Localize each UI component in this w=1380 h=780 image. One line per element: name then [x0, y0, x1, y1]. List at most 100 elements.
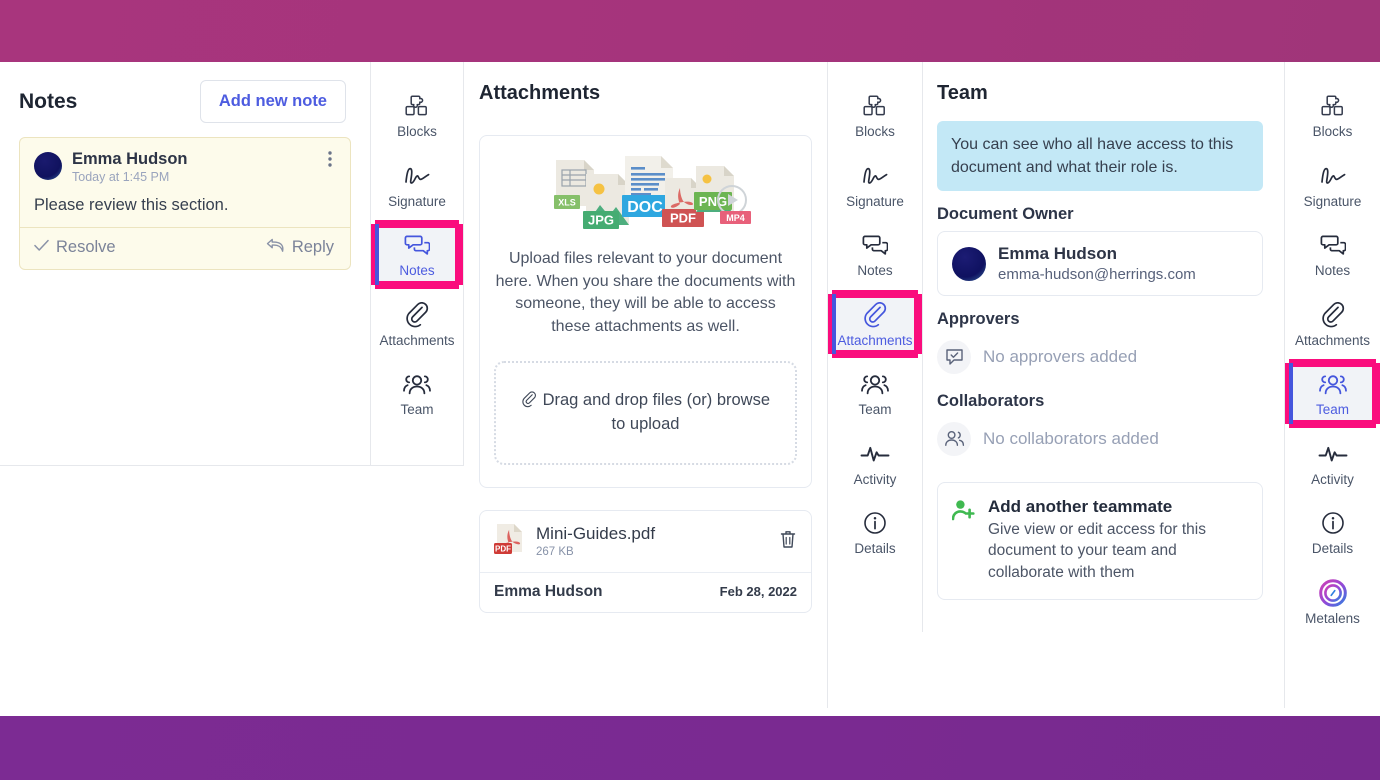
reply-arrow-icon: [266, 238, 285, 258]
note-content: Emma Hudson Today at 1:45 PM Please revi…: [20, 138, 350, 227]
sidebar-item-label: Signature: [846, 193, 904, 209]
sidebar-item-signature[interactable]: Signature: [1293, 155, 1372, 216]
note-card: Emma Hudson Today at 1:45 PM Please revi…: [19, 137, 351, 270]
sidebar-item-label: Team: [1315, 402, 1349, 417]
sidebar-item-blocks[interactable]: Blocks: [1293, 85, 1372, 146]
svg-text:DOC: DOC: [627, 199, 663, 216]
sidebar-item-blocks[interactable]: Blocks: [379, 85, 455, 146]
avatar: [34, 152, 62, 180]
file-row-primary: PDF Mini-Guides.pdf 267 KB: [480, 511, 811, 572]
sidebar-item-team[interactable]: Team: [1285, 359, 1380, 428]
info-banner: You can see who all have access to this …: [937, 121, 1263, 192]
note-author-row: Emma Hudson Today at 1:45 PM: [34, 150, 336, 184]
collaborators-label: Collaborators: [937, 391, 1045, 410]
sidebar-item-details[interactable]: Details: [836, 502, 914, 563]
sidebar-item-details[interactable]: Details: [1293, 502, 1372, 563]
file-row-secondary: Emma Hudson Feb 28, 2022: [480, 571, 811, 612]
sidebar-item-label: Team: [858, 402, 892, 417]
blocks-puzzle-icon: [1320, 92, 1346, 120]
sidebar-item-signature[interactable]: Signature: [836, 155, 914, 216]
signature-icon: [1318, 162, 1348, 190]
dropzone-label: Drag and drop files (or) browse to uploa…: [542, 390, 771, 433]
sidebar-item-blocks[interactable]: Blocks: [836, 85, 914, 146]
info-circle-icon: [1321, 509, 1345, 537]
owner-name: Emma Hudson: [998, 244, 1118, 264]
sidebar-item-label: Blocks: [855, 124, 895, 139]
svg-text:PNG: PNG: [699, 194, 727, 209]
app-stage: Notes Add new note Emma Hudson Today at …: [0, 62, 1380, 716]
document-owner-label: Document Owner: [937, 205, 1074, 224]
collaborators-empty-text: No collaborators added: [983, 428, 1159, 448]
add-teammate-text: Add another teammate Give view or edit a…: [988, 497, 1246, 583]
blocks-puzzle-icon: [404, 92, 430, 120]
info-circle-icon: [863, 509, 887, 537]
rail-middle-items: Blocks Signature Notes Attachments Team Activ…: [828, 62, 922, 563]
sidebar-item-label: Notes: [857, 263, 893, 278]
page-title: Notes: [19, 89, 78, 113]
attachments-title: Attachments: [479, 82, 601, 104]
avatar: [952, 246, 986, 281]
svg-text:PDF: PDF: [670, 211, 696, 226]
sidebar-item-notes[interactable]: Notes: [836, 224, 914, 285]
sidebar-item-notes[interactable]: Notes: [371, 220, 463, 289]
sidebar-item-label: Notes: [399, 263, 435, 278]
add-teammate-card[interactable]: Add another teammate Give view or edit a…: [937, 481, 1263, 600]
resolve-button[interactable]: Resolve: [34, 238, 116, 257]
file-owner: Emma Hudson: [494, 582, 603, 600]
file-size: 267 KB: [536, 545, 574, 558]
file-name: Mini-Guides.pdf: [536, 523, 656, 543]
sidebar-item-label: Blocks: [397, 124, 437, 139]
people-icon: [937, 421, 971, 456]
svg-text:JPG: JPG: [588, 213, 614, 228]
file-date: Feb 28, 2022: [719, 584, 797, 600]
svg-text:XLS: XLS: [558, 198, 576, 208]
svg-text:PDF: PDF: [495, 544, 511, 553]
sidebar-item-attachments[interactable]: Attachments: [379, 294, 455, 355]
sidebar-item-team[interactable]: Team: [379, 363, 455, 424]
paperclip-icon: [1321, 301, 1345, 329]
activity-pulse-icon: [860, 440, 890, 468]
metalens-ring-icon: [1318, 578, 1347, 607]
sidebar-item-label: Activity: [1311, 471, 1354, 487]
collaborators-empty-row: No collaborators added: [937, 418, 1284, 460]
signature-icon: [860, 162, 890, 190]
blocks-puzzle-icon: [862, 92, 888, 120]
bottom-gradient-band: [0, 716, 1380, 780]
sidebar-item-attachments[interactable]: Attachments: [828, 289, 922, 358]
file-meta: Mini-Guides.pdf 267 KB: [536, 523, 769, 558]
paperclip-icon: [863, 301, 887, 329]
sidebar-item-activity[interactable]: Activity: [836, 433, 914, 494]
middle-icon-rail: Blocks Signature Notes Attachments Team Activ…: [828, 62, 923, 632]
notes-panel: Notes Add new note Emma Hudson Today at …: [0, 62, 371, 466]
sidebar-item-label: Signature: [388, 193, 446, 209]
sidebar-item-activity[interactable]: Activity: [1293, 433, 1372, 494]
approval-chat-icon: [937, 339, 971, 374]
dropzone[interactable]: Drag and drop files (or) browse to uploa…: [494, 360, 797, 465]
reply-button[interactable]: Reply: [266, 238, 334, 258]
sidebar-item-signature[interactable]: Signature: [379, 155, 455, 216]
attachments-description: Upload files relevant to your document h…: [495, 250, 796, 336]
attachments-empty-box: XLS JPG DOC PDF PNG MP4 Upload files rel…: [479, 135, 812, 488]
sidebar-item-label: Details: [854, 541, 896, 556]
sidebar-item-team[interactable]: Team: [836, 363, 914, 424]
sidebar-item-attachments[interactable]: Attachments: [1293, 294, 1372, 355]
sidebar-item-label: Activity: [853, 471, 897, 487]
top-gradient-band: [0, 0, 1380, 62]
sidebar-item-metalens[interactable]: Metalens: [1293, 572, 1372, 633]
trash-icon[interactable]: [779, 529, 797, 554]
owner-identity: Emma Hudson emma-hudson@herrings.com: [998, 244, 1196, 282]
team-people-icon: [861, 370, 889, 398]
sidebar-item-notes[interactable]: Notes: [1293, 224, 1372, 285]
notes-header: Notes Add new note: [0, 62, 370, 133]
sidebar-item-label: Notes: [1314, 263, 1351, 278]
more-vertical-icon[interactable]: [324, 150, 336, 169]
note-timestamp: Today at 1:45 PM: [72, 169, 170, 184]
resolve-label: Resolve: [56, 238, 116, 257]
sidebar-item-label: Signature: [1303, 193, 1362, 209]
approvers-empty-text: No approvers added: [983, 346, 1138, 366]
left-icon-rail: Blocks Signature Notes Attachments Team: [371, 62, 464, 466]
add-new-note-button[interactable]: Add new note: [199, 80, 346, 123]
sidebar-item-label: Attachments: [837, 332, 913, 348]
team-people-icon: [403, 370, 431, 398]
approvers-label: Approvers: [937, 309, 1020, 328]
